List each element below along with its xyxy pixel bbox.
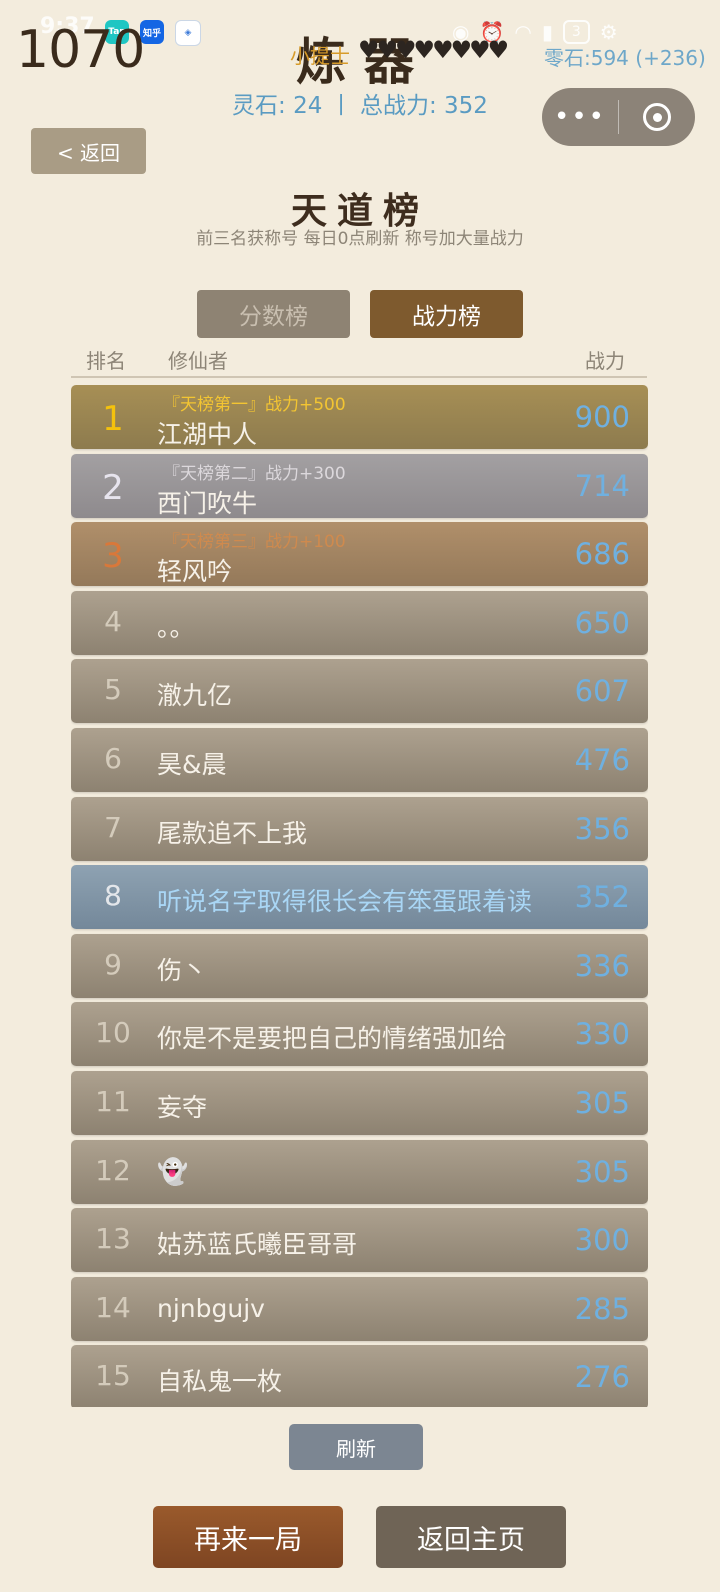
play-again-button[interactable]: 再来一局	[153, 1506, 343, 1568]
target-icon	[643, 103, 671, 131]
rank-title-badge: 『天榜第二』战力+300	[163, 464, 346, 484]
leaderboard-row: 13 姑苏蓝氏曦臣哥哥 300	[71, 1208, 648, 1272]
power-value: 900	[574, 400, 630, 434]
rank-number: 5	[104, 673, 122, 706]
leaderboard-row: 3 『天榜第三』战力+100 轻风吟 686	[71, 522, 648, 586]
player-name: 伤丶	[157, 956, 208, 985]
column-header-power: 战力	[585, 349, 625, 373]
hearts-icon: ♥♥♥♥♥♥♥♥	[358, 36, 509, 64]
column-header-rank: 排名	[86, 349, 126, 373]
rank-number: 11	[95, 1085, 131, 1118]
player-name: 西门吹牛	[157, 489, 258, 518]
leaderboard-row: 10 你是不是要把自己的情绪强加给 330	[71, 1002, 648, 1066]
back-button[interactable]: < 返回	[31, 128, 146, 174]
rank-number: 4	[104, 605, 122, 638]
rank-number: 2	[102, 468, 124, 508]
power-value: 607	[574, 674, 630, 708]
leaderboard-row: 9 伤丶 336	[71, 934, 648, 998]
tab-score[interactable]: 分数榜	[197, 290, 350, 338]
rank-title-badge: 『天榜第一』战力+500	[163, 395, 346, 415]
more-icon[interactable]: •••	[542, 102, 618, 132]
tab-power[interactable]: 战力榜	[370, 290, 523, 338]
leaderboard-list[interactable]: 1 『天榜第一』战力+500 江湖中人 900 2 『天榜第二』战力+300 西门吹牛 714…	[71, 385, 648, 1407]
leaderboard-row: 5 澈九亿 607	[71, 659, 648, 723]
player-name: 尾款追不上我	[157, 819, 308, 848]
tip-label: 小提士	[290, 44, 350, 68]
power-value: 300	[574, 1223, 630, 1257]
signal-icon: ▮	[541, 20, 553, 44]
return-home-button[interactable]: 返回主页	[376, 1506, 566, 1568]
player-name: 自私鬼一枚	[157, 1367, 283, 1396]
rank-number: 3	[102, 536, 124, 576]
battery-icon: 3	[562, 20, 590, 44]
power-value: 476	[574, 743, 630, 777]
settings-gear-icon: ⚙	[599, 20, 618, 44]
player-name: 澈九亿	[157, 681, 233, 710]
player-name: njnbgujv	[157, 1294, 265, 1323]
power-value: 714	[574, 469, 630, 503]
close-miniprogram-button[interactable]	[619, 103, 695, 131]
rank-number: 15	[95, 1359, 131, 1392]
column-header-player: 修仙者	[168, 349, 228, 373]
leaderboard-row: 14 njnbgujv 285	[71, 1277, 648, 1341]
leaderboard-row: 2 『天榜第二』战力+300 西门吹牛 714	[71, 454, 648, 518]
power-value: 356	[574, 812, 630, 846]
player-name: 你是不是要把自己的情绪强加给	[157, 1024, 508, 1053]
leaderboard-row: 11 妄夺 305	[71, 1071, 648, 1135]
player-name: 。。	[157, 613, 195, 642]
leaderboard-row: 8 听说名字取得很长会有笨蛋跟着读 352	[71, 865, 648, 929]
leaderboard-row: 1 『天榜第一』战力+500 江湖中人 900	[71, 385, 648, 449]
rank-number: 12	[95, 1154, 131, 1187]
rank-number: 1	[102, 399, 124, 439]
power-value: 305	[574, 1155, 630, 1189]
power-value: 650	[574, 606, 630, 640]
player-name: 听说名字取得很长会有笨蛋跟着读	[157, 887, 533, 916]
overlay-number: 1070	[16, 20, 145, 80]
rank-number: 8	[104, 879, 122, 912]
power-value: 330	[574, 1017, 630, 1051]
power-value: 686	[574, 537, 630, 571]
player-name: 昊&晨	[157, 750, 227, 779]
rank-number: 14	[95, 1291, 131, 1324]
power-value: 305	[574, 1086, 630, 1120]
power-value: 336	[574, 949, 630, 983]
wifi-icon: ◠	[514, 20, 532, 44]
player-name: 姑苏蓝氏曦臣哥哥	[157, 1230, 358, 1259]
power-value: 352	[574, 880, 630, 914]
header-divider	[71, 376, 647, 378]
player-name: 江湖中人	[157, 420, 258, 449]
power-value: 276	[574, 1360, 630, 1394]
leaderboard-row: 6 昊&晨 476	[71, 728, 648, 792]
refresh-button[interactable]: 刷新	[289, 1424, 423, 1470]
player-name: 👻	[157, 1157, 189, 1186]
rank-number: 9	[104, 948, 122, 981]
rank-number: 6	[104, 742, 122, 775]
leaderboard-row: 4 。。 650	[71, 591, 648, 655]
zero-stone-counter: 零石:594 (+236)	[544, 46, 706, 70]
leaderboard-subtitle: 前三名获称号 每日0点刷新 称号加大量战力	[196, 229, 524, 249]
leaderboard-row: 12 👻 305	[71, 1140, 648, 1204]
power-value: 285	[574, 1292, 630, 1326]
rank-title-badge: 『天榜第三』战力+100	[163, 532, 346, 552]
leaderboard-row: 15 自私鬼一枚 276	[71, 1345, 648, 1407]
browser-app-icon: ◈	[175, 20, 201, 46]
rank-number: 7	[104, 811, 122, 844]
miniprogram-capsule: •••	[542, 88, 695, 146]
rank-number: 13	[95, 1222, 131, 1255]
player-name: 轻风吟	[157, 557, 233, 586]
player-name: 妄夺	[157, 1093, 208, 1122]
rank-number: 10	[95, 1016, 131, 1049]
leaderboard-row: 7 尾款追不上我 356	[71, 797, 648, 861]
